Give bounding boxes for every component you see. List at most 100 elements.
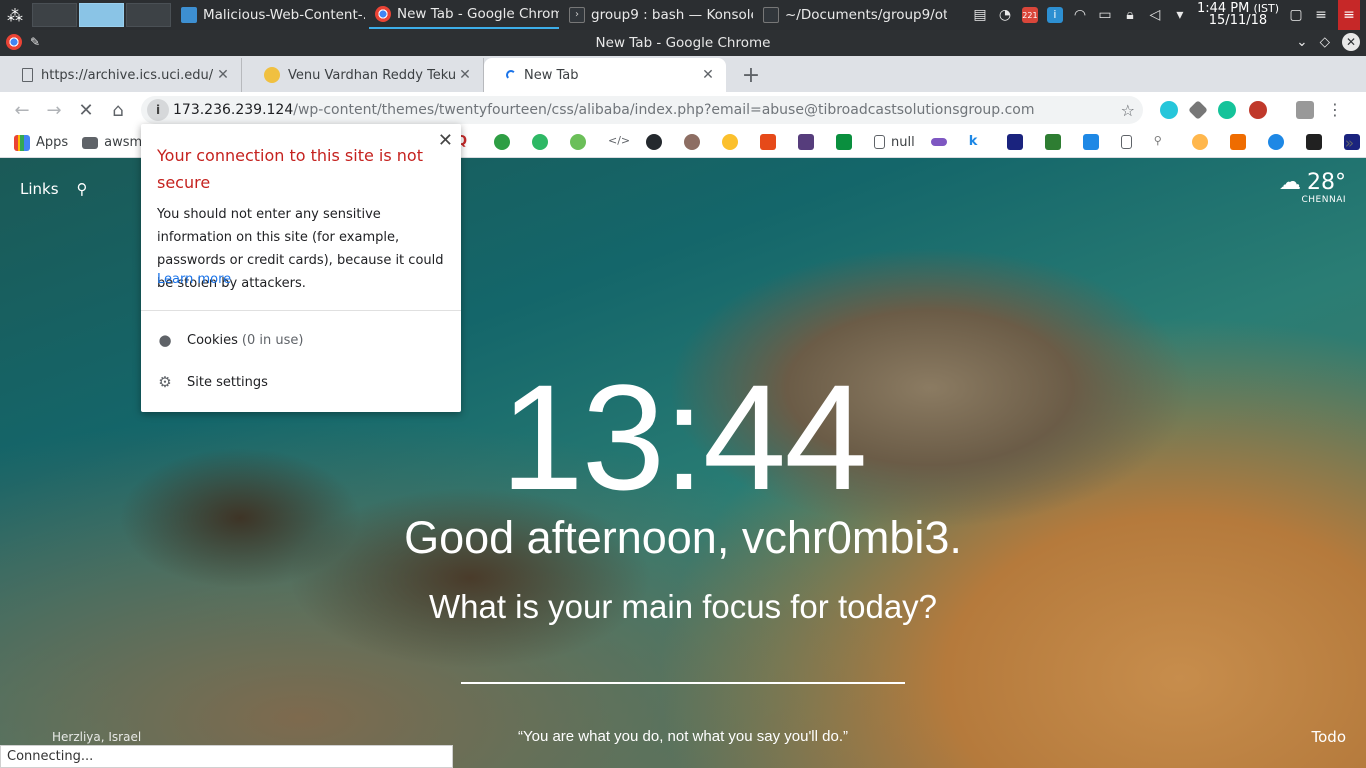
telegram-icon[interactable]: 221: [1021, 7, 1038, 23]
tab-uci-archive[interactable]: https://archive.ics.uci.edu/ml/ ✕: [0, 58, 242, 92]
clipboard-icon[interactable]: ▤: [972, 7, 988, 23]
extension-cube-icon[interactable]: [1188, 99, 1208, 120]
bookmarks-overflow-icon[interactable]: »: [1345, 134, 1354, 152]
github-icon[interactable]: [646, 134, 662, 150]
window-title: New Tab - Google Chrome: [595, 35, 771, 51]
links-button[interactable]: Links: [20, 180, 59, 198]
bookmark-null[interactable]: null: [874, 135, 915, 150]
tab-new-tab[interactable]: New Tab ✕: [484, 58, 726, 92]
battery-icon[interactable]: ▭: [1097, 7, 1113, 23]
desktop-1[interactable]: [32, 3, 77, 27]
home-button[interactable]: ⌂: [102, 94, 134, 126]
quote: “You are what you do, not what you say y…: [517, 728, 848, 745]
url-text[interactable]: 173.236.239.124/wp-content/themes/twenty…: [173, 102, 1035, 118]
bookmark-folder-awsm[interactable]: awsm: [82, 135, 142, 150]
close-tab-icon[interactable]: ✕: [215, 67, 231, 83]
bookmark-thumb-icon[interactable]: [1191, 134, 1208, 150]
logout-icon[interactable]: ≡: [1338, 0, 1360, 30]
new-tab-button[interactable]: +: [734, 58, 768, 92]
bookmark-apps[interactable]: Apps: [14, 134, 68, 151]
weather-widget[interactable]: ☁︎ 28° CHENNAI: [1279, 170, 1346, 205]
lock-icon[interactable]: 🔒︎: [1122, 7, 1138, 23]
learn-more-link[interactable]: Learn more: [157, 272, 231, 287]
office-icon[interactable]: [760, 134, 776, 150]
divider: [141, 310, 461, 311]
momentum-extension-icon[interactable]: [1160, 100, 1178, 119]
system-clock[interactable]: 1:44 PM (IST) 15/11/18: [1197, 2, 1279, 27]
bookmark-blue-icon[interactable]: [1267, 134, 1284, 150]
search-bookmark-icon[interactable]: ⚲: [1154, 134, 1170, 150]
forward-button[interactable]: →: [38, 94, 70, 126]
info-tray-icon[interactable]: i: [1046, 7, 1063, 23]
chrome-icon: [375, 6, 391, 22]
pin-icon[interactable]: ✎: [30, 35, 40, 49]
focus-question: What is your main focus for today?: [428, 588, 938, 625]
close-tab-icon[interactable]: ✕: [457, 67, 473, 83]
code-icon[interactable]: </>: [608, 134, 630, 150]
chrome-menu-icon[interactable]: ⋮: [1327, 100, 1343, 119]
close-tab-icon[interactable]: ✕: [700, 67, 716, 83]
editor-icon: [763, 7, 779, 23]
focus-input[interactable]: [461, 682, 905, 684]
desktop-2[interactable]: [79, 3, 124, 27]
cookies-row[interactable]: ● Cookies (0 in use): [157, 332, 303, 348]
greeting: Good afternoon, vchr0mbi3.: [404, 512, 962, 563]
grammarly-icon[interactable]: [1218, 100, 1236, 119]
hackerrank-icon[interactable]: [532, 134, 548, 150]
bookmark-emblem-icon[interactable]: [684, 134, 700, 150]
links-panel: Links ⚲: [20, 180, 88, 198]
chrome-icon: [6, 34, 22, 50]
bookmark-2-icon[interactable]: [494, 134, 510, 150]
site-info-icon[interactable]: i: [147, 99, 169, 121]
close-icon[interactable]: ✕: [438, 130, 453, 151]
maximize-icon[interactable]: ◇: [1320, 34, 1330, 50]
folder-icon: [82, 136, 99, 149]
site-settings-row[interactable]: ⚙ Site settings: [157, 374, 268, 390]
bookmark-cloud-icon[interactable]: [1082, 134, 1099, 150]
address-bar[interactable]: i 173.236.239.124/wp-content/themes/twen…: [141, 96, 1143, 124]
task-editor[interactable]: ~/Documents/group9/ot...: [757, 1, 947, 29]
profile-avatar[interactable]: [1296, 100, 1314, 119]
bookmark-star-icon[interactable]: ☆: [1121, 101, 1135, 120]
close-window-icon[interactable]: ✕: [1342, 33, 1360, 51]
window-titlebar: ✎ New Tab - Google Chrome ⌄ ◇ ✕: [0, 30, 1366, 56]
bookmark-black-icon[interactable]: [1305, 134, 1322, 150]
back-button[interactable]: ←: [6, 94, 38, 126]
bookmark-orange-icon[interactable]: [1229, 134, 1246, 150]
bookmark-avatar-icon[interactable]: [570, 134, 586, 150]
bootstrap-icon[interactable]: [798, 134, 814, 150]
bookmark-emoji-icon[interactable]: [722, 134, 738, 150]
app-launcher-icon[interactable]: ⁂: [0, 0, 30, 30]
task-konsole[interactable]: › group9 : bash — Konsole: [563, 1, 753, 29]
kaggle-icon[interactable]: k: [969, 134, 985, 150]
page-icon: [22, 68, 33, 82]
page-icon: [874, 135, 885, 149]
browser-toolbar: ← → ✕ ⌂ i 173.236.239.124/wp-content/the…: [0, 92, 1366, 128]
extension-globe-icon[interactable]: [1249, 100, 1267, 119]
bookmark-tr-icon[interactable]: [1044, 134, 1061, 150]
wifi-icon[interactable]: ◠: [1072, 7, 1088, 23]
apps-grid-icon: [14, 134, 30, 151]
bookmark-planet-icon[interactable]: [930, 138, 947, 146]
minimize-icon[interactable]: ⌄: [1296, 34, 1307, 50]
task-chrome[interactable]: New Tab - Google Chrome: [369, 1, 559, 29]
virtual-desktop-pager: [32, 3, 171, 27]
bookmark-green-icon[interactable]: [836, 134, 852, 150]
todo-button[interactable]: Todo: [1312, 728, 1347, 746]
search-icon[interactable]: ⚲: [77, 180, 88, 198]
tray-expand-icon[interactable]: ▾: [1172, 7, 1188, 23]
task-file-manager[interactable]: Malicious-Web-Content-...: [175, 1, 365, 29]
cloud-icon: ☁︎: [1279, 170, 1301, 195]
menu-icon[interactable]: ≡: [1313, 7, 1329, 23]
bookmark-dark-icon[interactable]: [1006, 134, 1023, 150]
update-icon[interactable]: ◔: [997, 7, 1013, 23]
kde-taskbar: ⁂ Malicious-Web-Content-... New Tab - Go…: [0, 0, 1366, 30]
volume-icon[interactable]: ◁: [1147, 7, 1163, 23]
stop-button[interactable]: ✕: [70, 94, 102, 126]
show-desktop-icon[interactable]: ▢: [1288, 7, 1304, 23]
desktop-3[interactable]: [126, 3, 171, 27]
bookmark-icons: Q </> null k ⚲: [456, 134, 1366, 150]
page-icon[interactable]: [1120, 135, 1132, 149]
tab-venu-profile[interactable]: Venu Vardhan Reddy Tekula ✕: [242, 58, 484, 92]
gear-icon: ⚙: [158, 373, 172, 391]
